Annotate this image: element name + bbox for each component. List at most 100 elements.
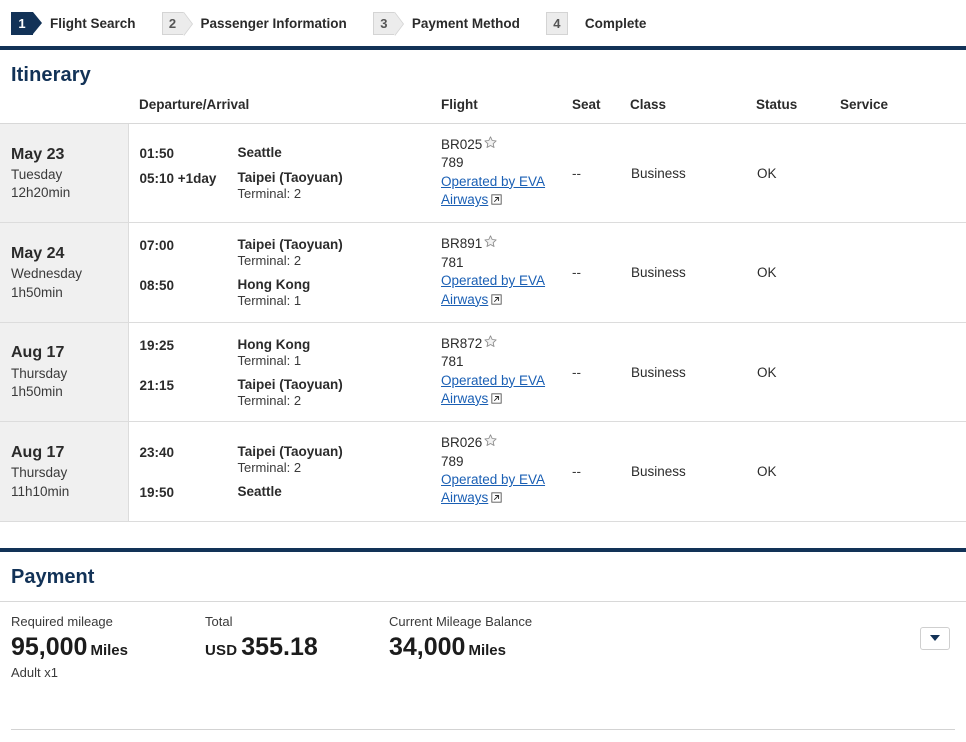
required-mileage-number: 95,000 xyxy=(11,632,88,661)
departure-time: 19:25 xyxy=(139,337,175,353)
mileage-balance-unit: Miles xyxy=(468,641,506,659)
departure-time: 01:50 xyxy=(139,146,175,162)
payment-section: Payment Required mileage 95,000 Miles Adu… xyxy=(0,522,966,730)
column-header-service: Service xyxy=(840,97,966,124)
seat-cell: -- xyxy=(566,123,630,224)
aircraft-type: 781 xyxy=(441,254,464,270)
departure-arrival-cell: 19:25 Hong Kong Terminal: 1 21:15 Taipei (Ta… xyxy=(128,322,435,423)
arrival-city: Taipei (Taoyuan) xyxy=(237,376,343,392)
aircraft-type: 789 xyxy=(441,453,464,469)
chevron-down-icon xyxy=(930,635,940,642)
arrival-leg: 08:50 Hong Kong Terminal: 1 xyxy=(140,277,435,308)
step-number-badge: 3 xyxy=(372,11,395,35)
itinerary-row: May 23 Tuesday 12h20min 01:50 Seattle 05:10 +… xyxy=(0,123,966,224)
arrival-time: 19:50 xyxy=(139,484,175,500)
column-header-departure: Departure/Arrival xyxy=(128,97,434,124)
flight-cell: BR026 789 Operated by EVA Airways xyxy=(434,421,566,522)
class-cell: Business xyxy=(630,322,756,423)
arrival-terminal: Terminal: 2 xyxy=(237,392,302,408)
seat-cell: -- xyxy=(566,222,630,323)
total-value: USD 355.18 xyxy=(205,633,379,661)
arrival-time: 08:50 xyxy=(139,278,175,294)
itinerary-row: Aug 17 Thursday 1h50min 19:25 Hong Kong Termi… xyxy=(0,322,966,423)
star-alliance-icon xyxy=(484,235,497,253)
class-cell: Business xyxy=(630,421,756,522)
itinerary-row: May 24 Wednesday 1h50min 07:00 Taipei (Taoyu… xyxy=(0,222,966,323)
departure-time: 23:40 xyxy=(139,444,175,460)
arrival-leg: 05:10 +1day Taipei (Taoyuan) Terminal: 2 xyxy=(140,170,435,201)
arrival-time: 21:15 xyxy=(139,377,175,393)
date-cell: Aug 17 Thursday 1h50min xyxy=(0,322,129,423)
aircraft-type: 781 xyxy=(441,354,464,370)
departure-arrival-cell: 07:00 Taipei (Taoyuan) Terminal: 2 08:50 Hon… xyxy=(128,222,435,323)
departure-leg: 19:25 Hong Kong Terminal: 1 xyxy=(140,337,435,368)
column-header-date xyxy=(0,97,128,124)
day-offset: +1day xyxy=(177,171,217,187)
flight-number: BR891 xyxy=(441,235,560,253)
status-cell: OK xyxy=(756,222,840,323)
column-header-seat: Seat xyxy=(566,97,630,124)
star-alliance-icon xyxy=(484,335,497,353)
status-cell: OK xyxy=(756,322,840,423)
step-passenger-information[interactable]: 2 Passenger Information xyxy=(161,11,347,35)
flight-number: BR025 xyxy=(441,136,560,154)
itinerary-title: Itinerary xyxy=(11,64,91,86)
column-header-class: Class xyxy=(630,97,756,124)
date-cell: Aug 17 Thursday 11h10min xyxy=(0,421,129,522)
departure-arrival-cell: 01:50 Seattle 05:10 +1day Taipei (Taoyuan) T… xyxy=(128,123,435,224)
arrival-leg: 19:50 Seattle xyxy=(140,484,435,500)
itinerary-row: Aug 17 Thursday 11h10min 23:40 Taipei (Taoyu… xyxy=(0,421,966,522)
itinerary-header-row: Departure/Arrival Flight Seat Class Stat… xyxy=(0,97,966,124)
required-mileage-label: Required mileage xyxy=(11,613,113,629)
seat-cell: -- xyxy=(566,421,630,522)
flight-duration: 1h50min xyxy=(11,284,63,300)
progress-stepbar: 1 Flight Search 2 Passenger Information … xyxy=(0,0,966,46)
departure-terminal: Terminal: 2 xyxy=(237,253,302,269)
step-number-badge: 1 xyxy=(11,11,42,35)
service-cell xyxy=(840,123,966,224)
departure-city: Seattle xyxy=(237,145,282,161)
column-header-flight: Flight xyxy=(434,97,566,124)
departure-arrival-cell: 23:40 Taipei (Taoyuan) Terminal: 2 19:50 Sea… xyxy=(128,421,435,522)
flight-date: May 24 xyxy=(11,244,65,262)
departure-time: 07:00 xyxy=(139,238,175,254)
external-link-icon xyxy=(491,192,502,210)
mileage-balance-block: Current Mileage Balance 34,000 Miles xyxy=(389,614,950,661)
flight-date: Aug 17 xyxy=(11,443,65,461)
class-cell: Business xyxy=(630,123,756,224)
total-block: Total USD 355.18 xyxy=(205,614,389,661)
total-currency: USD xyxy=(205,641,238,659)
itinerary-table: Departure/Arrival Flight Seat Class Stat… xyxy=(0,97,966,522)
date-cell: May 23 Tuesday 12h20min xyxy=(0,123,129,224)
flight-number: BR026 xyxy=(441,434,560,452)
status-cell: OK xyxy=(756,123,840,224)
service-cell xyxy=(840,222,966,323)
payment-dropdown-button[interactable] xyxy=(920,626,950,650)
status-cell: OK xyxy=(756,421,840,522)
footer-divider xyxy=(11,729,955,730)
passenger-count: Adult x1 xyxy=(11,664,58,680)
arrival-terminal: Terminal: 1 xyxy=(237,293,302,309)
mileage-balance-number: 34,000 xyxy=(389,632,466,661)
required-mileage-unit: Miles xyxy=(90,641,128,659)
step-label: Flight Search xyxy=(50,15,136,31)
departure-terminal: Terminal: 2 xyxy=(237,459,302,475)
step-label: Complete xyxy=(584,15,647,31)
total-label: Total xyxy=(205,613,233,629)
service-cell xyxy=(840,322,966,423)
departure-terminal: Terminal: 1 xyxy=(237,352,302,368)
star-alliance-icon xyxy=(484,136,497,154)
column-header-status: Status xyxy=(756,97,840,124)
step-complete[interactable]: 4 Complete xyxy=(545,11,647,35)
flight-number: BR872 xyxy=(441,335,560,353)
arrival-terminal: Terminal: 2 xyxy=(237,186,302,202)
step-flight-search[interactable]: 1 Flight Search xyxy=(11,11,136,35)
departure-city: Hong Kong xyxy=(237,336,311,352)
flight-weekday: Tuesday xyxy=(11,166,63,182)
step-payment-method[interactable]: 3 Payment Method xyxy=(372,11,520,35)
departure-leg: 01:50 Seattle xyxy=(140,145,435,161)
mileage-balance-value: 34,000 Miles xyxy=(389,633,940,661)
step-label: Payment Method xyxy=(411,15,520,31)
flight-weekday: Thursday xyxy=(11,365,68,381)
step-number-badge: 2 xyxy=(161,11,184,35)
